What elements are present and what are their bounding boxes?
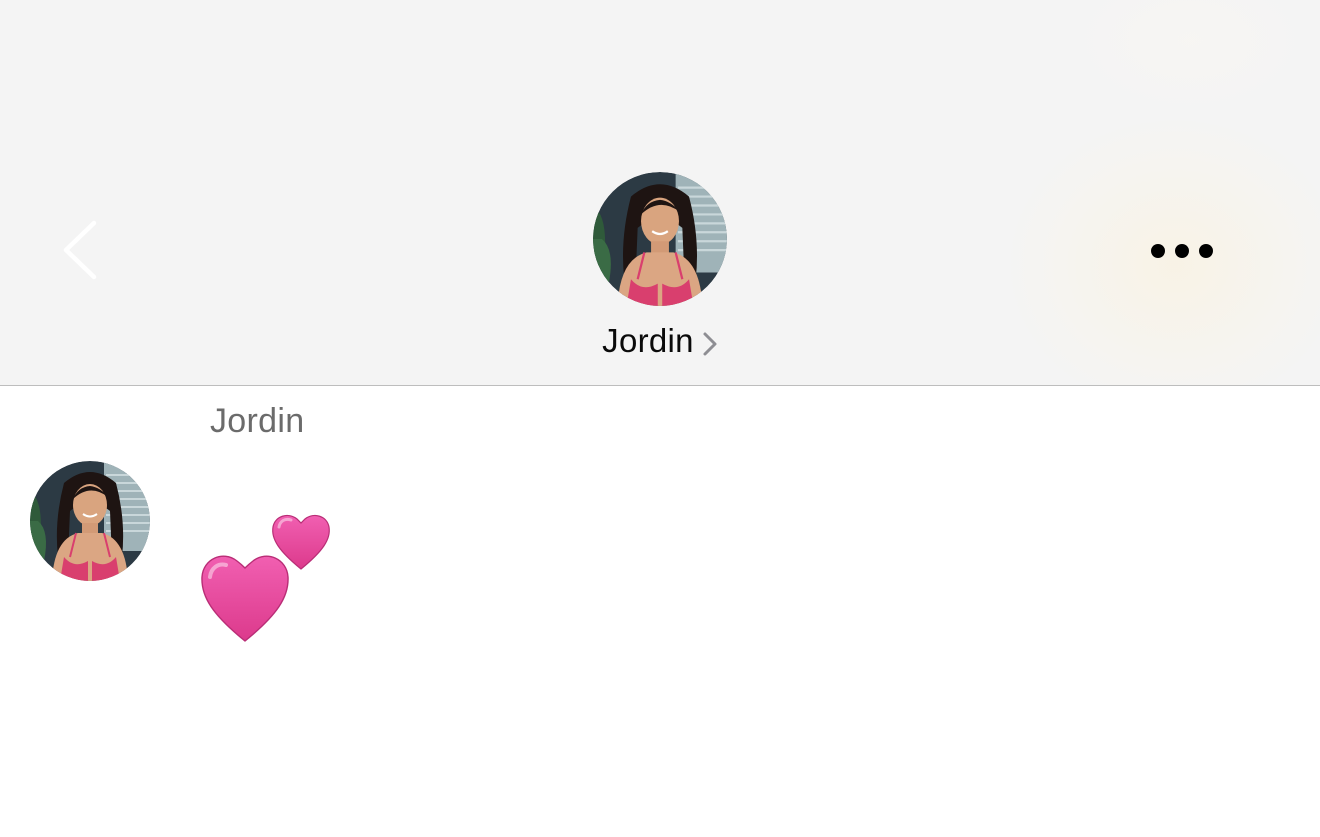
contact-avatar[interactable] <box>593 172 727 306</box>
conversation-header: Jordin <box>0 0 1320 386</box>
back-button[interactable] <box>56 214 112 286</box>
ellipsis-icon-dot <box>1175 244 1189 258</box>
heart-icon <box>201 514 330 642</box>
header-glow-decoration-top <box>1060 0 1320 120</box>
more-options-button[interactable] <box>1140 232 1224 270</box>
chevron-right-icon <box>702 331 718 357</box>
sender-avatar[interactable] <box>30 461 150 581</box>
ellipsis-icon-dot <box>1151 244 1165 258</box>
contact-name-button[interactable]: Jordin <box>560 318 760 364</box>
two-hearts-emoji[interactable] <box>195 505 340 650</box>
ellipsis-icon-dot <box>1199 244 1213 258</box>
avatar-photo <box>30 461 150 581</box>
contact-name: Jordin <box>602 322 694 359</box>
avatar-photo <box>593 172 727 306</box>
chevron-left-icon <box>63 220 97 280</box>
sender-name: Jordin <box>210 402 305 440</box>
